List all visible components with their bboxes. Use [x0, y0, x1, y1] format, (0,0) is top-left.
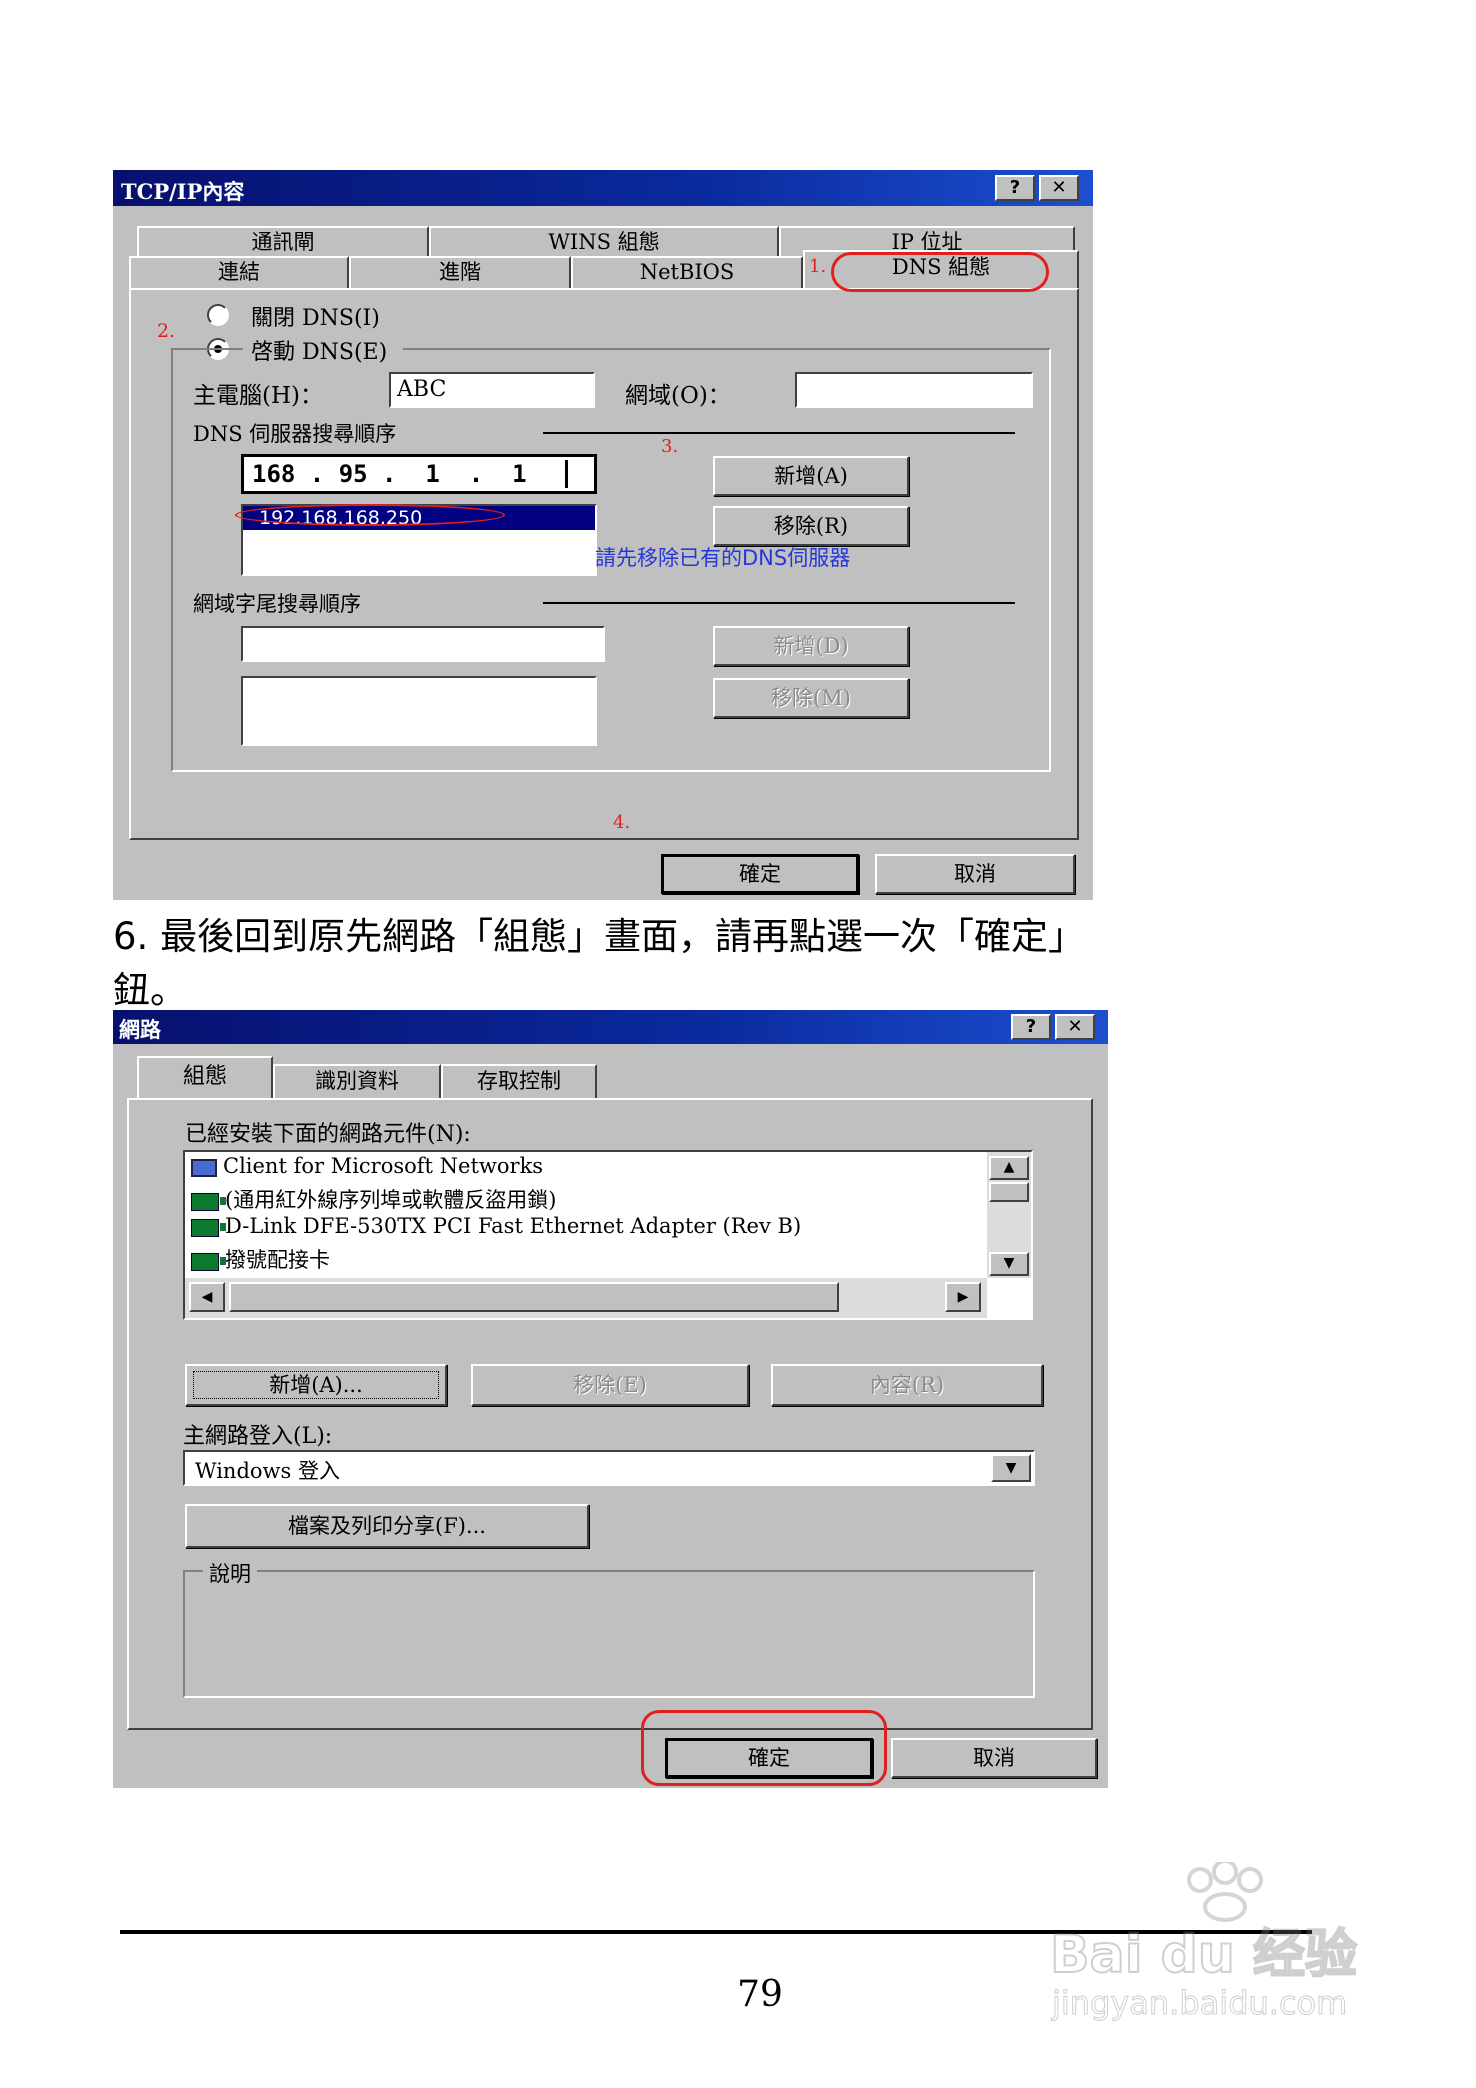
components-label: 已經安裝下面的網路元件(N): — [185, 1122, 471, 1147]
network-dialog: 網路 ? ✕ 組態 識別資料 存取控制 已經安裝下面的網路元件(N): Clie… — [113, 1010, 1108, 1788]
network-cancel-button[interactable]: 取消 — [891, 1738, 1097, 1778]
tcpip-title: TCP/IP內容 — [121, 179, 245, 204]
list-item[interactable]: 撥號配接卡 — [191, 1244, 330, 1274]
disable-dns-radio[interactable] — [207, 304, 229, 326]
help-button[interactable]: ? — [995, 175, 1035, 201]
list-item[interactable]: D-Link DFE-530TX PCI Fast Ethernet Adapt… — [191, 1214, 801, 1238]
tcpip-titlebar: TCP/IP內容 ? ✕ — [113, 170, 1093, 206]
dns-order-separator — [543, 432, 1015, 434]
dns-add-button[interactable]: 新增(A) — [713, 456, 909, 496]
page-number: 79 — [737, 1974, 783, 2015]
step-4-label: 4. — [613, 812, 631, 833]
dns-list-highlight — [235, 504, 505, 526]
list-item[interactable]: (通用紅外線序列埠或軟體反盜用鎖) — [191, 1184, 556, 1214]
vertical-scrollbar[interactable]: ▲ ▼ — [987, 1152, 1031, 1278]
description-label: 說明 — [203, 1558, 257, 1588]
suffix-add-button[interactable]: 新增(D) — [713, 626, 909, 666]
instruction-line-2: 鈕。 — [113, 969, 187, 1012]
tab-wins[interactable]: WINS 組態 — [429, 226, 779, 256]
horizontal-scrollbar[interactable]: ◀ ▶ — [185, 1278, 987, 1318]
step-2-label: 2. — [157, 320, 176, 342]
scroll-down-icon[interactable]: ▼ — [989, 1252, 1029, 1276]
chevron-down-icon[interactable]: ▼ — [991, 1454, 1031, 1482]
close-button[interactable]: ✕ — [1039, 175, 1079, 201]
enable-dns-label-overlay: 啓動 DNS(E) — [251, 340, 388, 365]
scroll-up-icon[interactable]: ▲ — [989, 1156, 1029, 1180]
domain-input[interactable] — [795, 372, 1033, 408]
domain-label: 網域(O)： — [625, 383, 731, 409]
remove-note: 請先移除已有的DNS伺服器 — [595, 546, 851, 570]
instruction-line-1: 6. 最後回到原先網路「組態」畫面，請再點選一次「確定」 — [113, 915, 1086, 958]
baidu-watermark: Bai du 经验 jingyan.baidu.com — [1049, 1862, 1390, 2032]
network-adapter-icon — [191, 1252, 226, 1271]
watermark-url: jingyan.baidu.com — [1051, 1984, 1348, 2023]
host-label: 主電腦(H)： — [193, 383, 324, 409]
host-input[interactable]: ABC — [389, 372, 595, 408]
dns-remove-button[interactable]: 移除(R) — [713, 506, 909, 546]
tab-access-control[interactable]: 存取控制 — [441, 1064, 597, 1098]
tab-gateway[interactable]: 通訊閘 — [137, 226, 429, 256]
suffix-order-separator — [543, 602, 1015, 604]
list-item[interactable]: Client for Microsoft Networks — [191, 1154, 543, 1178]
add-component-button[interactable]: 新增(A)... — [185, 1364, 447, 1406]
watermark-brand: Bai du 经验 — [1049, 1924, 1358, 1986]
tcpip-dialog: TCP/IP內容 ? ✕ 通訊閘 WINS 組態 IP 位址 連結 進階 Net… — [113, 170, 1093, 900]
horizontal-scroll-thumb[interactable] — [229, 1282, 839, 1312]
remove-component-button[interactable]: 移除(E) — [471, 1364, 749, 1406]
disable-dns-label: 關閉 DNS(I) — [251, 306, 380, 331]
scroll-thumb[interactable] — [989, 1182, 1029, 1202]
primary-logon-select[interactable]: Windows 登入 ▼ — [183, 1450, 1035, 1486]
ok-button-highlight — [641, 1710, 887, 1786]
dns-tab-highlight — [831, 252, 1049, 292]
ok-button[interactable]: 確定 — [661, 854, 859, 894]
dns-order-label: DNS 伺服器搜尋順序 — [193, 422, 397, 446]
primary-logon-label: 主網路登入(L): — [183, 1424, 333, 1449]
tab-netbios[interactable]: NetBIOS — [571, 256, 803, 288]
suffix-input[interactable] — [241, 626, 605, 662]
tab-configuration[interactable]: 組態 — [137, 1056, 273, 1100]
dns-server-input[interactable]: 168 . 95 . 1 . 1 — [241, 454, 597, 494]
network-client-icon — [191, 1158, 217, 1177]
network-close-button[interactable]: ✕ — [1055, 1014, 1095, 1040]
tab-bindings[interactable]: 連結 — [129, 256, 349, 288]
tab-advanced[interactable]: 進階 — [349, 256, 571, 288]
suffix-remove-button[interactable]: 移除(M) — [713, 678, 909, 718]
scroll-left-icon[interactable]: ◀ — [189, 1282, 225, 1312]
network-titlebar: 網路 ? ✕ — [113, 1010, 1108, 1044]
file-print-sharing-button[interactable]: 檔案及列印分享(F)... — [185, 1504, 589, 1548]
network-adapter-icon — [191, 1192, 226, 1211]
description-group — [183, 1570, 1035, 1698]
properties-button[interactable]: 內容(R) — [771, 1364, 1043, 1406]
text-cursor — [565, 460, 568, 488]
network-title: 網路 — [119, 1017, 161, 1042]
network-adapter-icon — [191, 1218, 226, 1237]
suffix-list[interactable] — [241, 676, 597, 746]
step-1-label: 1. — [809, 256, 827, 277]
scroll-right-icon[interactable]: ▶ — [945, 1282, 981, 1312]
components-list[interactable]: Client for Microsoft Networks (通用紅外線序列埠或… — [183, 1150, 1033, 1320]
network-help-button[interactable]: ? — [1011, 1014, 1051, 1040]
cancel-button[interactable]: 取消 — [875, 854, 1075, 894]
suffix-order-label: 網域字尾搜尋順序 — [193, 592, 361, 616]
tab-identification[interactable]: 識別資料 — [273, 1064, 441, 1098]
